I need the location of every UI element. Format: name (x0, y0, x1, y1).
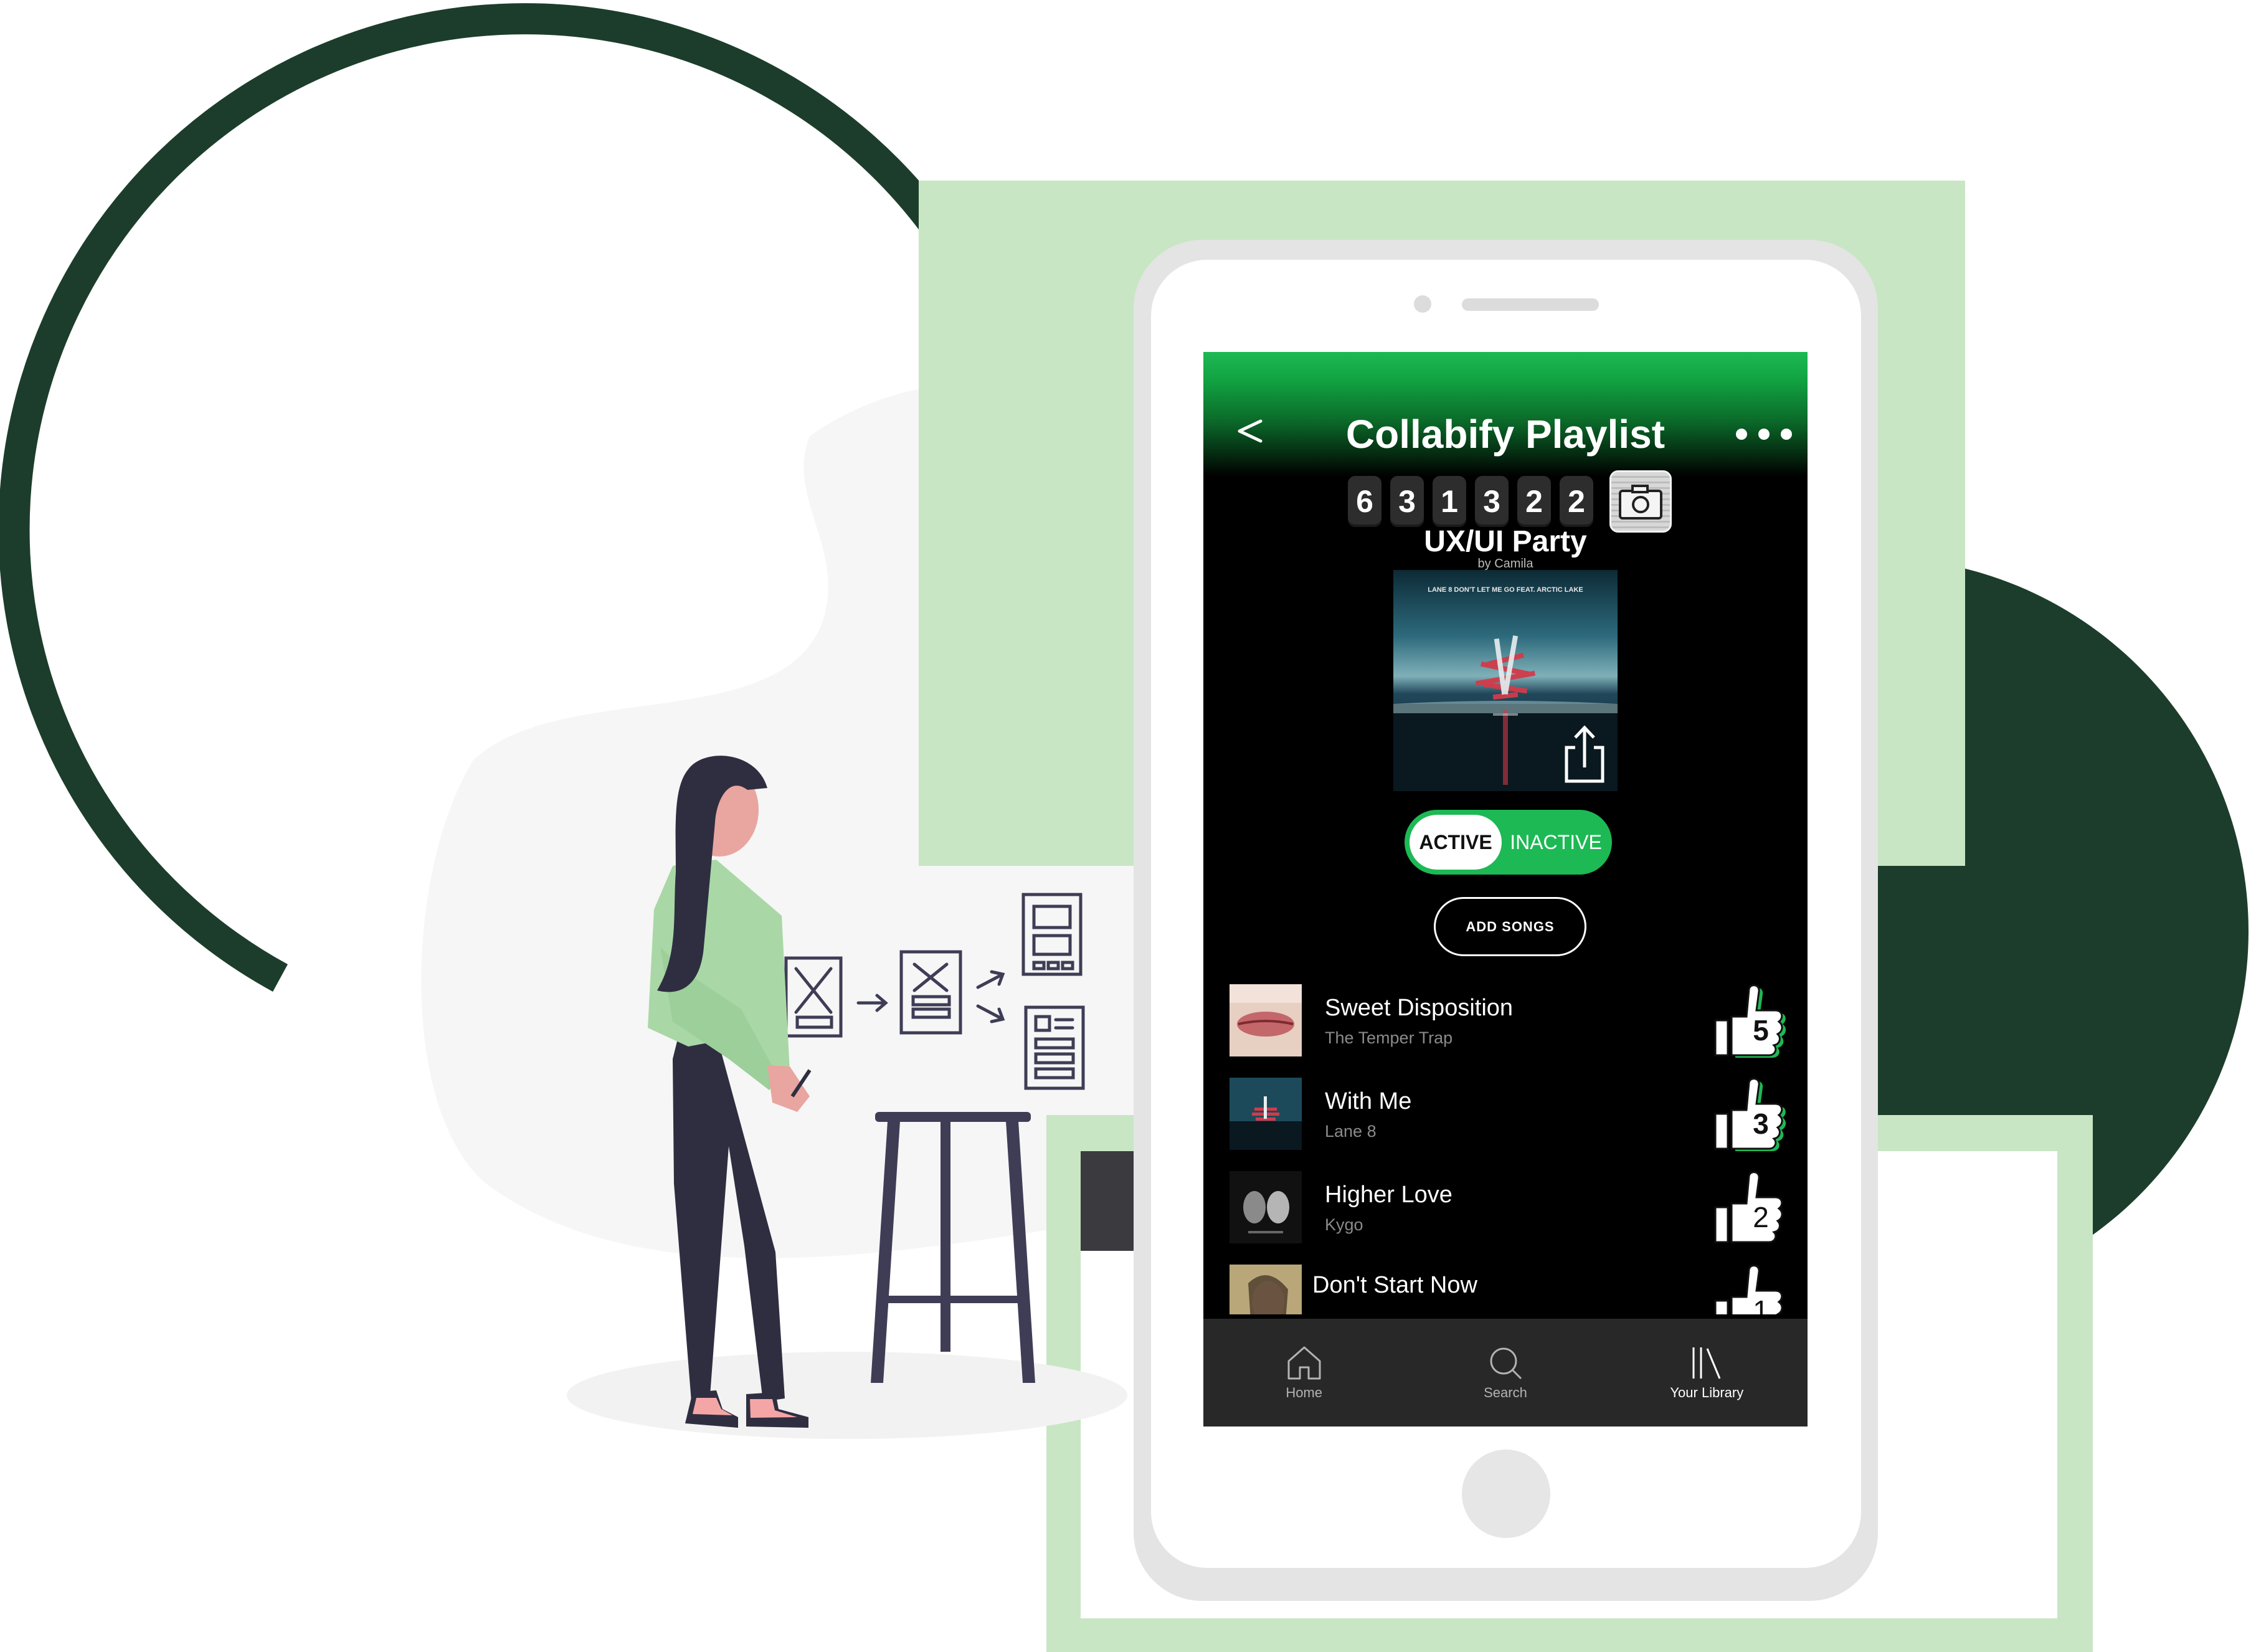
phone-home-button[interactable] (1462, 1450, 1550, 1538)
phone-speaker (1462, 298, 1599, 311)
upvote-button[interactable]: 5 (1714, 983, 1789, 1060)
song-title: With Me (1325, 1088, 1412, 1114)
floor-shadow (567, 1352, 1127, 1439)
code-digit: 2 (1560, 476, 1593, 527)
list-item[interactable]: Don't Start Now 1 (1203, 1252, 1808, 1314)
song-list: Sweet Disposition The Temper Trap 5 With… (1203, 966, 1808, 1314)
add-songs-button[interactable]: ADD SONGS (1434, 897, 1586, 956)
vote-count: 1 (1753, 1294, 1769, 1314)
upvote-button[interactable]: 3 (1714, 1076, 1789, 1154)
list-item[interactable]: With Me Lane 8 3 (1203, 1065, 1808, 1159)
code-digit: 6 (1348, 476, 1381, 527)
chevron-left-icon (1238, 419, 1263, 443)
tab-label: Search (1484, 1384, 1527, 1400)
song-artist: Kygo (1325, 1215, 1363, 1234)
upvote-button[interactable]: 2 (1714, 1170, 1789, 1247)
song-artist: Lane 8 (1325, 1122, 1377, 1141)
tab-home[interactable]: Home (1242, 1345, 1367, 1401)
song-title: Sweet Disposition (1325, 995, 1514, 1021)
background-illustration (0, 3, 2249, 1652)
list-item[interactable]: Sweet Disposition The Temper Trap 5 (1203, 972, 1808, 1065)
album-art (1230, 1078, 1302, 1150)
status-toggle[interactable]: ACTIVE INACTIVE (1405, 810, 1612, 875)
song-title: Don't Start Now (1312, 1272, 1477, 1298)
home-icon (1287, 1346, 1321, 1379)
toggle-inactive-option[interactable]: INACTIVE (1504, 815, 1608, 870)
upvote-button[interactable]: 1 (1714, 1263, 1789, 1314)
more-horizontal-icon (1736, 429, 1747, 440)
tab-label: Your Library (1670, 1384, 1744, 1400)
vote-count: 3 (1753, 1108, 1769, 1140)
list-item[interactable]: Higher Love Kygo 2 (1203, 1159, 1808, 1252)
camera-icon (1619, 485, 1662, 520)
song-artist: The Temper Trap (1325, 1028, 1453, 1047)
more-options-button[interactable] (1736, 420, 1792, 448)
app-screen: Collabify Playlist 6 3 1 3 2 2 UX/UI Par… (1203, 352, 1808, 1427)
code-digit: 1 (1433, 476, 1466, 527)
code-digit: 3 (1390, 476, 1424, 527)
share-icon (1565, 725, 1604, 783)
page-title: Collabify Playlist (1345, 412, 1666, 457)
party-owner: by Camila (1477, 557, 1533, 571)
share-button[interactable] (1563, 723, 1606, 785)
album-art (1230, 984, 1302, 1056)
vote-count: 5 (1753, 1014, 1769, 1047)
phone-camera (1414, 295, 1431, 313)
back-button[interactable] (1228, 411, 1272, 455)
tab-label: Home (1286, 1384, 1322, 1400)
tab-library[interactable]: Your Library (1644, 1345, 1769, 1401)
tab-search[interactable]: Search (1443, 1345, 1568, 1401)
party-name: UX/UI Party (1424, 525, 1587, 558)
toggle-active-option[interactable]: ACTIVE (1410, 815, 1502, 870)
album-art (1230, 1265, 1302, 1314)
code-digit: 3 (1475, 476, 1509, 527)
vote-count: 2 (1753, 1201, 1769, 1233)
song-title: Higher Love (1325, 1182, 1452, 1208)
bottom-tab-bar: Home Search Your Library (1203, 1319, 1808, 1427)
playlist-cover[interactable]: LANE 8 DON'T LET ME GO FEAT. ARCTIC LAKE (1393, 570, 1618, 791)
code-digit: 2 (1517, 476, 1551, 527)
library-icon (1692, 1347, 1721, 1379)
album-art (1230, 1171, 1302, 1243)
search-icon (1490, 1347, 1522, 1379)
